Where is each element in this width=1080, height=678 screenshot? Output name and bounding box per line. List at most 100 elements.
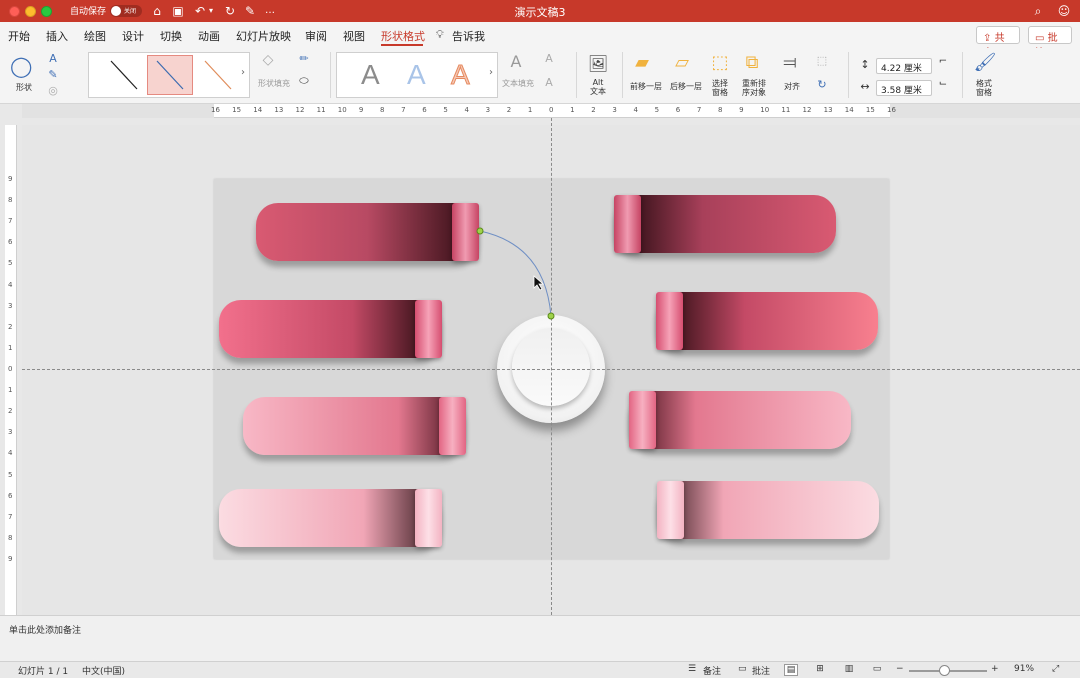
notes-placeholder[interactable]: 单击此处添加备注 — [9, 623, 81, 636]
tab-review[interactable]: 审阅 — [305, 28, 327, 44]
wordart-style-gray[interactable]: A — [361, 59, 380, 91]
banner-right-2[interactable] — [656, 292, 878, 350]
language-indicator[interactable]: 中文(中国) — [82, 664, 125, 677]
banner-right-1[interactable] — [614, 195, 836, 253]
separator — [622, 52, 623, 98]
edit-shape-icon[interactable]: ✎ — [46, 68, 60, 81]
ruler-tick-label: 3 — [485, 106, 491, 114]
outline-pen-icon[interactable]: ✏ — [296, 52, 312, 65]
banner-right-1-fold[interactable] — [614, 195, 641, 253]
banner-left-4[interactable] — [219, 489, 441, 547]
ruler-tick-label: 10 — [337, 106, 347, 114]
wordart-style-orange[interactable]: A — [451, 59, 471, 91]
search-icon[interactable]: ⌕ — [1030, 3, 1046, 19]
format-pane-icon[interactable]: 🖌︎ — [972, 52, 998, 73]
text-outline-icon[interactable]: A — [542, 52, 556, 65]
banner-left-1-fold[interactable] — [452, 203, 479, 261]
reading-view-icon[interactable]: ▥ — [842, 664, 856, 676]
zoom-level[interactable]: 91% — [1014, 664, 1034, 674]
align-label[interactable]: 对齐 — [778, 81, 806, 92]
reorder-icon[interactable]: ⧉ — [740, 52, 764, 73]
line-style-3[interactable] — [195, 55, 241, 95]
bring-forward-label[interactable]: 前移一层 — [626, 81, 666, 92]
banner-left-3-fold[interactable] — [439, 397, 466, 455]
title-bar: 自动保存 关闭 ⌂ ▣ ↶ ▾ ↻ ✎ … 演示文稿3 ⌕ ☺ — [0, 0, 1080, 22]
tab-insert[interactable]: 插入 — [46, 28, 68, 44]
zoom-slider-knob[interactable] — [939, 665, 950, 676]
zoom-in-button[interactable]: + — [991, 664, 999, 674]
selection-pane-label[interactable]: 选择 窗格 — [704, 79, 736, 97]
banner-left-3[interactable] — [243, 397, 465, 455]
banner-left-1[interactable] — [256, 203, 478, 261]
text-fill-icon[interactable]: A — [504, 52, 528, 71]
zoom-out-button[interactable]: − — [896, 664, 904, 674]
slideshow-view-icon[interactable]: ▭ — [870, 664, 884, 676]
comments-toggle-button[interactable]: 批注 — [752, 664, 770, 677]
banner-right-3-fold[interactable] — [629, 391, 656, 449]
account-icon[interactable]: ☺ — [1056, 3, 1072, 19]
normal-view-icon[interactable]: ▤ — [784, 664, 798, 676]
banner-left-4-fold[interactable] — [415, 489, 442, 547]
tab-transitions[interactable]: 切换 — [160, 28, 182, 44]
line-style-1[interactable] — [101, 55, 147, 95]
separator — [330, 52, 331, 98]
separator — [962, 52, 963, 98]
text-effects-icon[interactable]: A — [542, 76, 556, 89]
alt-text-icon[interactable]: 🖼︎ — [586, 54, 610, 73]
share-button[interactable]: ⇪ 共享 — [976, 26, 1020, 59]
ribbon-tabs: 开始 插入 绘图 设计 切换 动画 幻灯片放映 审阅 视图 形状格式 💡︎ 告诉… — [0, 22, 1080, 59]
ruler-tick-label: 6 — [8, 238, 13, 247]
ruler-tick-label: 7 — [8, 512, 13, 521]
fit-window-icon[interactable]: ⤢ — [1052, 664, 1059, 674]
tab-animations[interactable]: 动画 — [198, 28, 220, 44]
ruler-tick-label: 7 — [8, 217, 13, 226]
align-icon[interactable]: ⫤ — [778, 52, 802, 73]
lock-ratio-icon[interactable]: ⌙ — [936, 78, 950, 89]
ruler-tick-label: 8 — [718, 106, 723, 114]
sorter-view-icon[interactable]: ⊞ — [813, 664, 827, 676]
banner-left-2[interactable] — [219, 300, 441, 358]
vertical-ruler: 9 8 7 6 5 4 3 2 1 0 1 2 3 4 5 6 7 8 9 — [5, 125, 17, 615]
send-backward-icon[interactable]: ▱ — [670, 52, 694, 73]
bring-forward-icon[interactable]: ▰ — [630, 52, 654, 73]
rotate-icon[interactable]: ↻ — [814, 78, 830, 91]
effects-icon[interactable]: ⬭ — [296, 74, 312, 88]
tab-draw[interactable]: 绘图 — [84, 28, 106, 44]
banner-right-3[interactable] — [629, 391, 851, 449]
tab-slideshow[interactable]: 幻灯片放映 — [236, 28, 291, 44]
tab-shape-format[interactable]: 形状格式 — [381, 28, 425, 44]
tab-home[interactable]: 开始 — [8, 28, 30, 44]
width-field[interactable]: 3.58 厘米 — [876, 80, 932, 96]
text-box-icon[interactable]: A — [46, 52, 60, 65]
notes-pane[interactable]: 单击此处添加备注 — [0, 615, 1080, 661]
banner-right-4-fold[interactable] — [657, 481, 684, 539]
group-icon[interactable]: ⬚ — [814, 54, 830, 67]
height-field[interactable]: 4.22 厘米 — [876, 58, 932, 74]
reorder-label[interactable]: 重新排 序对象 — [736, 79, 772, 97]
notes-toggle-button[interactable]: 备注 — [703, 664, 721, 677]
tab-tell-me[interactable]: 告诉我 — [452, 28, 485, 44]
ruler-tick-label: 6 — [422, 106, 427, 114]
alt-text-label[interactable]: Alt 文本 — [582, 78, 614, 96]
gallery-more-icon[interactable]: › — [241, 67, 245, 78]
send-backward-label[interactable]: 后移一层 — [666, 81, 706, 92]
vertical-guide[interactable] — [551, 118, 552, 615]
paint-bucket-icon[interactable]: ◇ — [258, 52, 278, 68]
crop-icon[interactable]: ⌐ — [936, 56, 950, 67]
banner-right-2-fold[interactable] — [656, 292, 683, 350]
shape-insert-icon[interactable]: ◯ — [10, 54, 32, 78]
banner-right-4[interactable] — [657, 481, 879, 539]
tab-design[interactable]: 设计 — [122, 28, 144, 44]
wordart-more-icon[interactable]: › — [489, 67, 493, 78]
comments-button[interactable]: ▭ 批注 — [1028, 26, 1072, 59]
wordart-style-blue[interactable]: A — [407, 59, 426, 91]
ruler-tick-label: 14 — [844, 106, 854, 114]
merge-shapes-icon[interactable]: ◎ — [46, 84, 60, 97]
banner-left-2-fold[interactable] — [415, 300, 442, 358]
format-pane-label[interactable]: 格式 窗格 — [968, 79, 1000, 97]
tab-view[interactable]: 视图 — [343, 28, 365, 44]
line-style-2[interactable] — [147, 55, 193, 95]
selection-pane-icon[interactable]: ⬚ — [708, 52, 732, 73]
ruler-tick-label: 6 — [8, 491, 13, 500]
horizontal-guide[interactable] — [22, 369, 1080, 370]
